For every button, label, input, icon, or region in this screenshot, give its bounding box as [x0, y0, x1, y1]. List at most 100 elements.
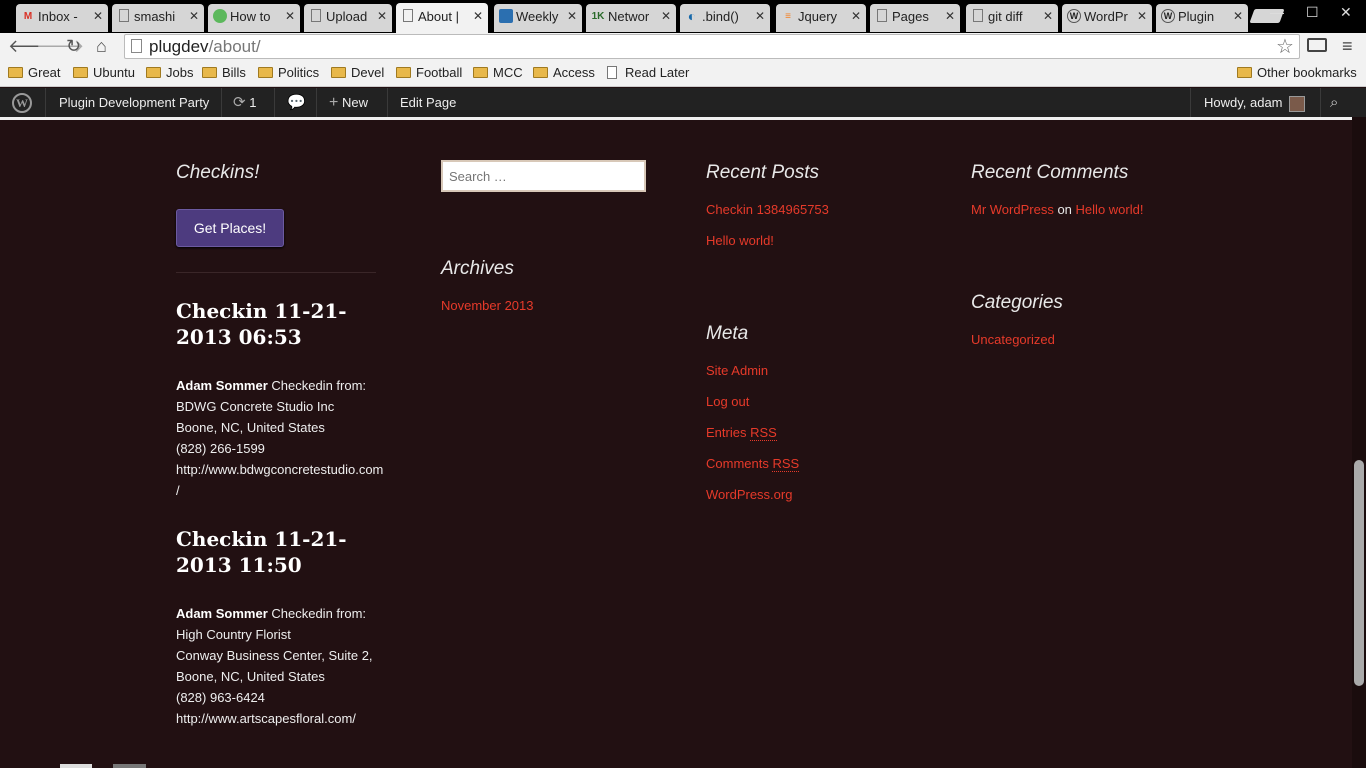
log-out-link[interactable]: Log out [706, 394, 749, 409]
bookmark-folder[interactable]: Great [8, 65, 61, 81]
home-icon[interactable]: ⌂ [96, 36, 107, 56]
bookmark-folder[interactable]: Politics [258, 65, 319, 81]
bookmark-folder[interactable]: MCC [473, 65, 523, 81]
browser-tab-strip: M Inbox - ✕ smashi ✕ How to ✕ Upload ✕ A… [0, 0, 1366, 33]
wordpress-logo-icon[interactable]: W [12, 93, 32, 113]
close-icon[interactable]: ✕ [377, 4, 387, 29]
folder-icon [1237, 67, 1252, 78]
link-label: Entries [706, 425, 747, 440]
close-icon[interactable]: ✕ [567, 4, 577, 29]
bookmark-folder[interactable]: Bills [202, 65, 246, 81]
close-window-icon[interactable]: ✕ [1340, 4, 1352, 21]
scrollbar-thumb[interactable] [1354, 460, 1364, 686]
address-bar[interactable]: plugdev/about/ [124, 34, 1300, 59]
archive-link[interactable]: November 2013 [441, 298, 534, 313]
bookmark-folder[interactable]: Access [533, 65, 595, 81]
divider [176, 272, 376, 273]
bookmark-label: Other bookmarks [1257, 65, 1357, 80]
search-icon[interactable]: ⌕ [1330, 88, 1338, 117]
checkin-user: Adam Sommer [176, 606, 268, 621]
edit-page-link[interactable]: Edit Page [400, 88, 456, 117]
recent-post-link[interactable]: Checkin 1384965753 [706, 202, 829, 217]
close-icon[interactable]: ✕ [189, 4, 199, 29]
entries-rss-link[interactable]: Entries RSS [706, 425, 777, 441]
bookmark-other[interactable]: Other bookmarks [1237, 65, 1357, 81]
search-input[interactable] [441, 160, 646, 192]
new-content-link[interactable]: + New [329, 88, 368, 117]
minimize-icon[interactable]: — [1270, 4, 1284, 20]
my-account-link[interactable]: Howdy, adam [1204, 88, 1305, 117]
tab-jquery[interactable]: ≡ Jquery ✕ [776, 4, 866, 32]
tab-howto[interactable]: How to ✕ [208, 4, 300, 32]
bookmark-label: MCC [493, 65, 523, 80]
avatar [1288, 95, 1305, 112]
close-icon[interactable]: ✕ [285, 4, 295, 29]
checkin-address: Conway Business Center, Suite 2, Boone, … [176, 648, 373, 684]
checkin-place: BDWG Concrete Studio Inc [176, 399, 335, 414]
tab-about[interactable]: About | ✕ [396, 3, 488, 33]
comments-rss-link[interactable]: Comments RSS [706, 456, 800, 472]
bookmark-folder[interactable]: Football [396, 65, 462, 81]
bookmark-folder[interactable]: Devel [331, 65, 384, 81]
updates-link[interactable]: ⟳ 1 [233, 88, 256, 117]
site-name-link[interactable]: Plugin Development Party [59, 88, 209, 117]
checkin-user: Adam Sommer [176, 378, 268, 393]
new-label: New [341, 95, 368, 110]
close-icon[interactable]: ✕ [851, 4, 861, 29]
bookmark-label: Great [28, 65, 61, 80]
maximize-icon[interactable]: ☐ [1306, 4, 1319, 21]
bookmark-label: Devel [351, 65, 385, 80]
wordpress-org-link[interactable]: WordPress.org [706, 487, 792, 502]
comment-on-text: on [1057, 202, 1072, 217]
tab-git-diff[interactable]: git diff ✕ [966, 4, 1058, 32]
tab-weekly[interactable]: Weekly ✕ [494, 4, 582, 32]
tab-bind[interactable]: ◐ .bind() ✕ [680, 4, 770, 32]
get-places-button[interactable]: Get Places! [176, 209, 284, 247]
reload-icon[interactable]: ↻ [66, 36, 81, 56]
wordpress-icon: W [1067, 9, 1081, 23]
trello-icon [499, 9, 513, 23]
gmail-icon: M [23, 10, 33, 22]
tab-wordpress[interactable]: W WordPr ✕ [1062, 4, 1152, 32]
folder-icon [533, 67, 548, 78]
bookmark-star-icon[interactable]: ☆ [1276, 34, 1294, 59]
recent-post-link[interactable]: Hello world! [706, 233, 774, 248]
bookmark-read-later[interactable]: Read Later [605, 65, 689, 81]
close-icon[interactable]: ✕ [473, 3, 483, 30]
bookmark-folder[interactable]: Ubuntu [73, 65, 135, 81]
checkin-phone: (828) 266-1599 [176, 441, 265, 456]
checkin-place: High Country Florist [176, 627, 291, 642]
tab-pages[interactable]: Pages ✕ [870, 4, 960, 32]
checkin-phone: (828) 963-6424 [176, 690, 265, 705]
rss-abbr: RSS [750, 425, 777, 441]
bookmarks-bar: Great Ubuntu Jobs Bills Politics Devel F… [0, 60, 1366, 87]
bookmark-label: Jobs [166, 65, 194, 80]
comment-author-link[interactable]: Mr WordPress [971, 202, 1054, 217]
menu-icon[interactable]: ≡ [1342, 36, 1353, 57]
close-icon[interactable]: ✕ [661, 4, 671, 29]
tab-upload[interactable]: Upload ✕ [304, 4, 392, 32]
close-icon[interactable]: ✕ [93, 4, 103, 29]
close-icon[interactable]: ✕ [1043, 4, 1053, 29]
close-icon[interactable]: ✕ [1233, 4, 1243, 29]
tab-plugin[interactable]: W Plugin ✕ [1156, 4, 1248, 32]
url-host: plugdev [149, 37, 209, 56]
bookmark-label: Access [553, 65, 595, 80]
cast-icon[interactable] [1307, 38, 1327, 52]
separator [221, 88, 222, 117]
tab-smashing[interactable]: smashi ✕ [112, 4, 204, 32]
tab-inbox[interactable]: M Inbox - ✕ [16, 4, 108, 32]
site-admin-link[interactable]: Site Admin [706, 363, 768, 378]
close-icon[interactable]: ✕ [755, 4, 765, 29]
comment-icon[interactable]: 💬 [287, 88, 306, 117]
separator [1320, 88, 1321, 117]
checkins-widget-title: Checkins! [176, 162, 260, 183]
category-link[interactable]: Uncategorized [971, 332, 1055, 347]
close-icon[interactable]: ✕ [945, 4, 955, 29]
tab-network[interactable]: 1K Networ ✕ [586, 4, 676, 32]
comment-post-link[interactable]: Hello world! [1076, 202, 1144, 217]
close-icon[interactable]: ✕ [1137, 4, 1147, 29]
page-icon [119, 9, 129, 22]
bookmark-folder[interactable]: Jobs [146, 65, 193, 81]
rss-abbr: RSS [772, 456, 800, 472]
